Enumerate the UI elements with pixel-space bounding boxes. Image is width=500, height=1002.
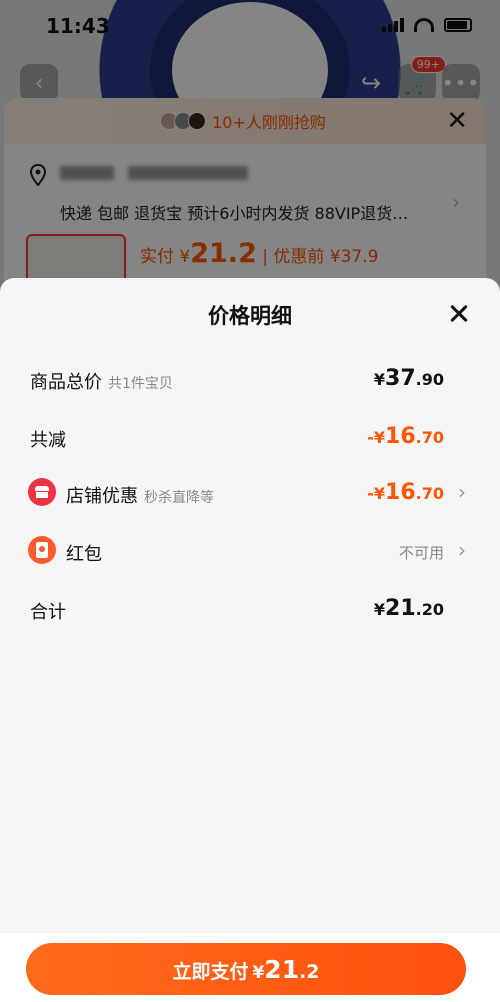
chevron-right-icon: ›	[458, 538, 466, 562]
row-goods-total: 商品总价 共1件宝贝 ¥37.90	[0, 360, 500, 400]
row-value: ¥21.20	[373, 596, 444, 621]
price-detail-modal: 价格明细 商品总价 共1件宝贝 ¥37.90 共减 -¥16.70 店铺优惠 秒杀直…	[0, 278, 500, 1002]
red-packet-icon	[28, 536, 56, 564]
store-icon	[28, 478, 56, 506]
chevron-right-icon: ›	[458, 480, 466, 504]
row-sub: 秒杀直降等	[144, 490, 214, 506]
close-icon[interactable]	[444, 298, 474, 328]
row-status: 不可用	[398, 544, 444, 562]
row-label: 红包	[66, 544, 102, 565]
row-label: 共减	[30, 430, 66, 451]
row-grand-total: 合计 ¥21.20	[0, 590, 500, 630]
row-value: -¥16.70	[367, 480, 444, 505]
pay-now-button[interactable]: 立即支付 ¥21.2	[26, 943, 466, 995]
row-sub: 共1件宝贝	[108, 376, 173, 392]
row-value: ¥37.90	[373, 366, 444, 391]
row-total-discount: 共减 -¥16.70	[0, 418, 500, 458]
row-label: 合计	[30, 602, 66, 623]
modal-title: 价格明细	[208, 304, 292, 328]
row-store-discount[interactable]: 店铺优惠 秒杀直降等 -¥16.70 ›	[0, 474, 500, 514]
row-label: 商品总价	[30, 372, 102, 393]
row-value: -¥16.70	[367, 424, 444, 449]
row-label: 店铺优惠	[66, 486, 138, 507]
row-red-packet[interactable]: 红包 不可用 ›	[0, 532, 500, 572]
footer-bar: 立即支付 ¥21.2	[0, 932, 500, 1002]
